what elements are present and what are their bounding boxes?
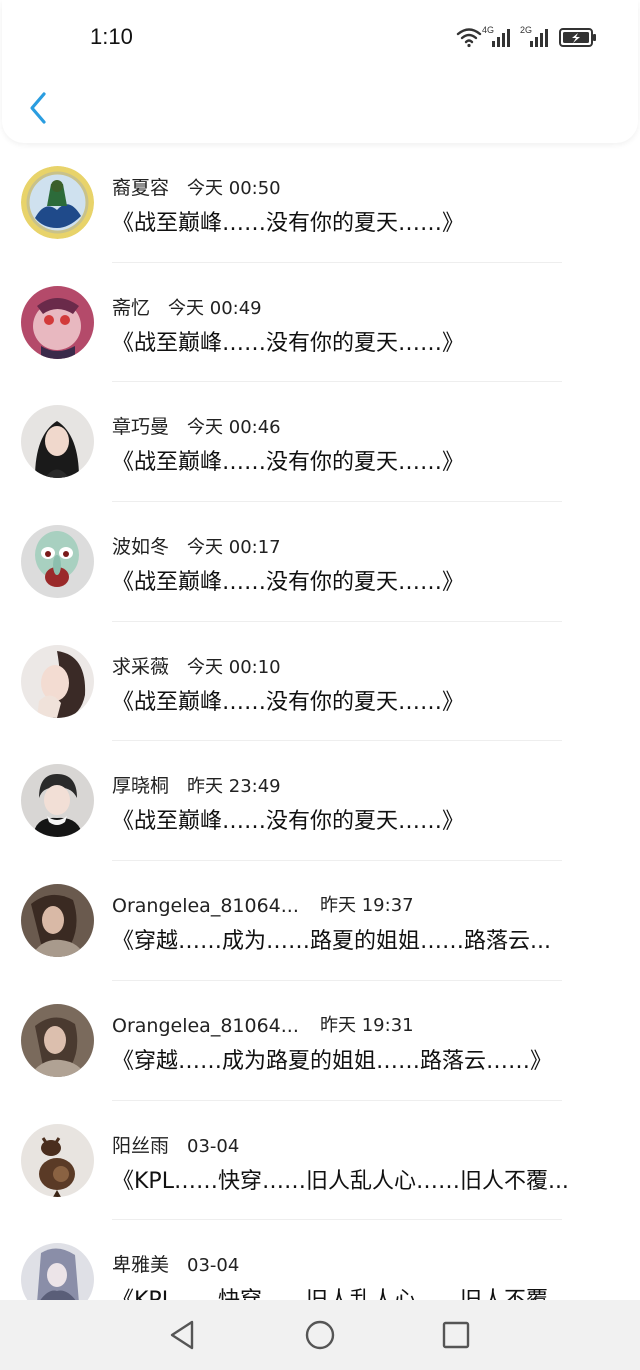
message-time: 昨天 19:31 [320, 1014, 414, 1036]
signal-icon-2 [530, 29, 548, 47]
message-list[interactable]: 裔夏容 今天 00:50 《战至巅峰……没有你的夏天……》 斋忆 今天 00:49 … [0, 143, 640, 1300]
list-item[interactable]: 波如冬 今天 00:17 《战至巅峰……没有你的夏天……》 [0, 502, 640, 622]
triangle-back-icon [170, 1320, 194, 1350]
sender-name: 求采薇 [112, 655, 170, 678]
avatar[interactable] [21, 1123, 94, 1197]
list-item[interactable]: 阳丝雨 03-04 《KPL……快穿……旧人乱人心……旧人不覆... [0, 1101, 640, 1221]
avatar[interactable] [21, 525, 94, 599]
sender-name: 斋忆 [112, 296, 151, 319]
avatar[interactable] [21, 1243, 94, 1300]
circle-home-icon [305, 1320, 335, 1350]
top-bar: 1:10 4G 2G [2, 0, 638, 143]
list-item[interactable]: 章巧曼 今天 00:46 《战至巅峰……没有你的夏天……》 [0, 382, 640, 503]
message-preview: 《战至巅峰……没有你的夏天……》 [112, 689, 465, 715]
status-icons: 4G 2G [454, 24, 604, 50]
sender-name: 厚晓桐 [112, 775, 170, 798]
sender-name: Orangelea_81064... [112, 1014, 299, 1037]
list-item[interactable]: Orangelea_81064... 昨天 19:37 《穿越……成为……路夏的姐… [0, 861, 640, 981]
sender-name: 卑雅美 [112, 1254, 170, 1277]
list-item[interactable]: 卑雅美 03-04 《KPL……快穿……旧人乱人心……旧人不覆... [0, 1220, 640, 1300]
nav-home-button[interactable] [300, 1316, 340, 1356]
nav-recents-button[interactable] [436, 1316, 476, 1356]
message-time: 03-04 [187, 1255, 240, 1277]
signal-icon-1 [492, 29, 510, 47]
avatar[interactable] [21, 764, 94, 838]
avatar[interactable] [21, 285, 94, 359]
message-preview: 《战至巅峰……没有你的夏天……》 [112, 330, 465, 356]
list-item[interactable]: Orangelea_81064... 昨天 19:31 《穿越……成为路夏的姐姐…… [0, 981, 640, 1101]
message-time: 今天 00:46 [187, 417, 281, 439]
battery-icon [559, 28, 596, 47]
square-recents-icon [442, 1321, 470, 1349]
sender-name: 波如冬 [112, 536, 170, 559]
network-type-2: 2G [520, 25, 532, 35]
message-preview: 《战至巅峰……没有你的夏天……》 [112, 211, 465, 236]
list-item[interactable]: 斋忆 今天 00:49 《战至巅峰……没有你的夏天……》 [0, 263, 640, 383]
message-preview: 《穿越……成为路夏的姐姐……路落云……》 [112, 1048, 553, 1074]
avatar[interactable] [21, 884, 94, 958]
message-preview: 《KPL……快穿……旧人乱人心……旧人不覆... [112, 1168, 569, 1194]
sender-name: Orangelea_81064... [112, 895, 299, 918]
message-time: 今天 00:50 [187, 178, 281, 199]
chevron-left-icon [30, 92, 46, 124]
message-preview: 《战至巅峰……没有你的夏天……》 [112, 570, 465, 596]
sender-name: 阳丝雨 [112, 1134, 170, 1157]
message-preview: 《战至巅峰……没有你的夏天……》 [112, 809, 465, 835]
avatar[interactable] [21, 166, 94, 239]
back-button[interactable] [20, 86, 56, 130]
sender-name: 裔夏容 [112, 177, 170, 199]
avatar[interactable] [21, 1003, 94, 1077]
list-item[interactable]: 厚晓桐 昨天 23:49 《战至巅峰……没有你的夏天……》 [0, 741, 640, 862]
list-item[interactable]: 裔夏容 今天 00:50 《战至巅峰……没有你的夏天……》 [0, 143, 640, 263]
message-time: 03-04 [187, 1135, 240, 1157]
nav-back-button[interactable] [163, 1316, 203, 1356]
network-type-1: 4G [482, 25, 494, 35]
message-preview: 《KPL……快穿……旧人乱人心……旧人不覆... [112, 1282, 612, 1300]
message-time: 今天 00:17 [187, 537, 281, 559]
message-preview: 《穿越……成为……路夏的姐姐……路落云... [112, 929, 551, 955]
list-item[interactable]: 求采薇 今天 00:10 《战至巅峰……没有你的夏天……》 [0, 622, 640, 742]
avatar[interactable] [21, 405, 94, 479]
message-time: 今天 00:10 [187, 656, 281, 678]
message-time: 今天 00:49 [168, 297, 262, 319]
message-preview: 《战至巅峰……没有你的夏天……》 [112, 450, 465, 476]
system-nav-bar [0, 1300, 640, 1370]
status-time: 1:10 [90, 24, 133, 49]
sender-name: 章巧曼 [112, 416, 170, 439]
avatar[interactable] [21, 644, 94, 718]
wifi-icon [456, 28, 482, 48]
message-time: 昨天 23:49 [187, 776, 281, 798]
message-time: 昨天 19:37 [320, 895, 414, 917]
